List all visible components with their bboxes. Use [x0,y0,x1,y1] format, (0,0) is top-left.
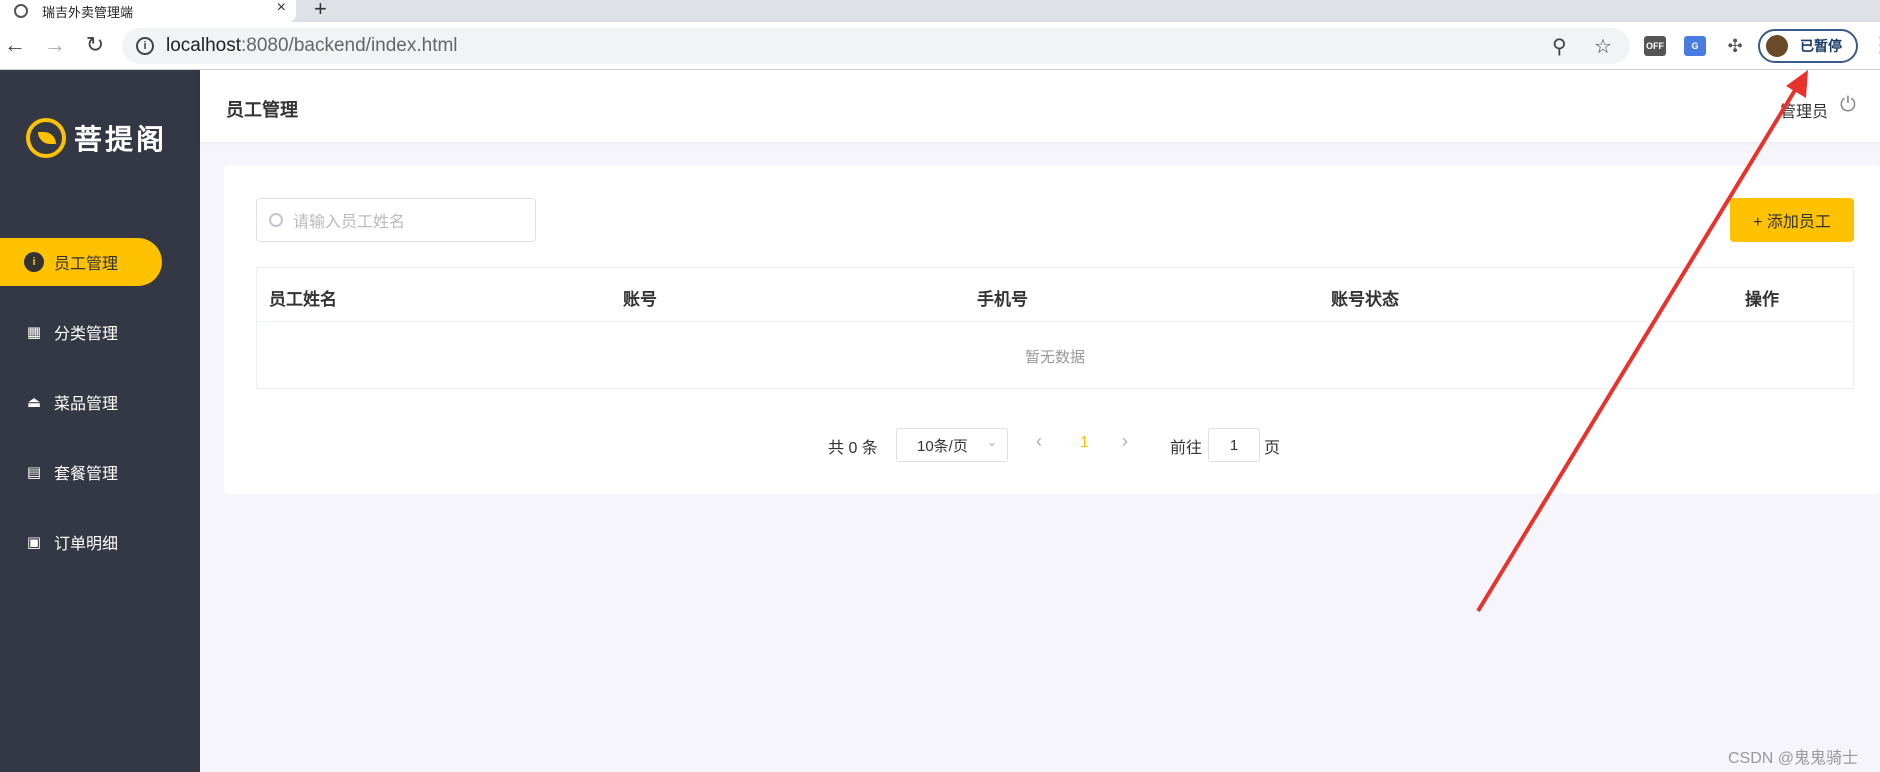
url-host: localhost [166,35,241,56]
extensions-puzzle-icon[interactable]: ✣ [1724,36,1746,56]
column-header-name[interactable]: 员工姓名 [269,285,337,310]
logout-icon[interactable]: ⏻ [1840,94,1856,117]
page-number-current[interactable]: 1 [1080,434,1089,452]
sidebar: 菩提阁 i 员工管理 ▦ 分类管理 ⏏ 菜品管理 ▤ 套餐管理 ▣ 订单明细 [0,70,200,772]
reload-button[interactable]: ↻ [80,30,110,60]
sidebar-item-label: 套餐管理 [54,466,119,483]
sidebar-item-label: 菜品管理 [54,396,119,413]
avatar [1766,35,1788,57]
column-header-phone[interactable]: 手机号 [977,285,1028,310]
browser-toolbar: ← → ↻ i localhost :8080/backend/index.ht… [0,22,1880,70]
leaf-logo-icon [26,118,66,158]
dish-icon: ⏏ [26,394,42,411]
sidebar-item-label: 员工管理 [54,256,119,273]
goto-label: 前往 [1170,440,1203,457]
total-count: 共 0 条 [828,440,878,457]
page-size-value: 10条/页 [917,437,968,455]
goto-page-input[interactable]: 1 [1208,428,1260,462]
globe-icon [14,4,28,18]
clipboard-icon: ▣ [26,534,42,551]
user-icon: i [24,252,44,272]
url-path: :8080/backend/index.html [241,35,458,56]
address-bar[interactable]: i localhost :8080/backend/index.html ⚲ ☆ [122,28,1630,64]
tab-close-icon[interactable]: × [277,0,286,17]
sidebar-item-label: 分类管理 [54,326,119,343]
sidebar-item-orders[interactable]: ▣ 订单明细 [0,518,162,566]
sidebar-item-label: 订单明细 [54,536,119,553]
sidebar-item-employees[interactable]: i 员工管理 [0,238,162,286]
browser-tab[interactable]: 瑞吉外卖管理端 × [0,0,296,22]
logo: 菩提阁 [26,118,167,158]
watermark: CSDN @鬼鬼骑士 [1728,750,1859,767]
profile-button[interactable]: 已暂停 [1758,29,1858,63]
forward-button[interactable]: → [40,30,70,60]
add-employee-button[interactable]: + 添加员工 [1730,198,1854,242]
search-icon [269,213,283,227]
employee-table: 员工姓名 账号 手机号 账号状态 操作 暂无数据 [256,267,1854,389]
employee-panel: 请输入员工姓名 + 添加员工 员工姓名 账号 手机号 账号状态 操作 暂无数据 … [224,166,1880,494]
gift-icon: ▤ [26,464,42,481]
zoom-icon[interactable]: ⚲ [1552,34,1567,59]
next-page-button[interactable]: › [1122,431,1128,452]
browser-tab-strip: 瑞吉外卖管理端 × + [0,0,1880,22]
page-title: 员工管理 [226,100,298,120]
column-header-status[interactable]: 账号状态 [1331,285,1399,310]
extension-off-icon[interactable]: OFF [1644,36,1666,56]
logo-text: 菩提阁 [74,123,168,156]
back-button[interactable]: ← [0,30,30,60]
site-info-icon[interactable]: i [136,37,154,55]
search-input[interactable]: 请输入员工姓名 [256,198,536,242]
translate-extension-icon[interactable]: G [1684,36,1706,56]
table-header: 员工姓名 账号 手机号 账号状态 操作 [257,268,1853,322]
search-placeholder: 请输入员工姓名 [293,214,406,231]
sidebar-item-setmeals[interactable]: ▤ 套餐管理 [0,448,162,496]
pagination: 共 0 条 10条/页 ⌄ ‹ 1 › 前往 1 页 [224,428,1880,462]
tab-title: 瑞吉外卖管理端 [42,4,134,20]
grid-icon: ▦ [26,324,42,341]
sidebar-item-dishes[interactable]: ⏏ 菜品管理 [0,378,162,426]
empty-state: 暂无数据 [1024,349,1085,366]
column-header-actions[interactable]: 操作 [1745,285,1779,310]
page-suffix: 页 [1264,440,1281,457]
bookmark-star-icon[interactable]: ☆ [1594,34,1612,59]
new-tab-button[interactable]: + [314,0,327,22]
page-header: 员工管理 管理员 ⏻ [200,70,1880,142]
column-header-account[interactable]: 账号 [623,285,657,310]
page-size-select[interactable]: 10条/页 ⌄ [896,428,1008,462]
chevron-down-icon: ⌄ [986,435,997,449]
admin-username: 管理员 [1780,104,1829,121]
browser-menu-icon[interactable]: ⋮ [1870,32,1880,58]
sidebar-item-categories[interactable]: ▦ 分类管理 [0,308,162,356]
prev-page-button[interactable]: ‹ [1036,431,1042,452]
profile-status: 已暂停 [1800,38,1842,54]
